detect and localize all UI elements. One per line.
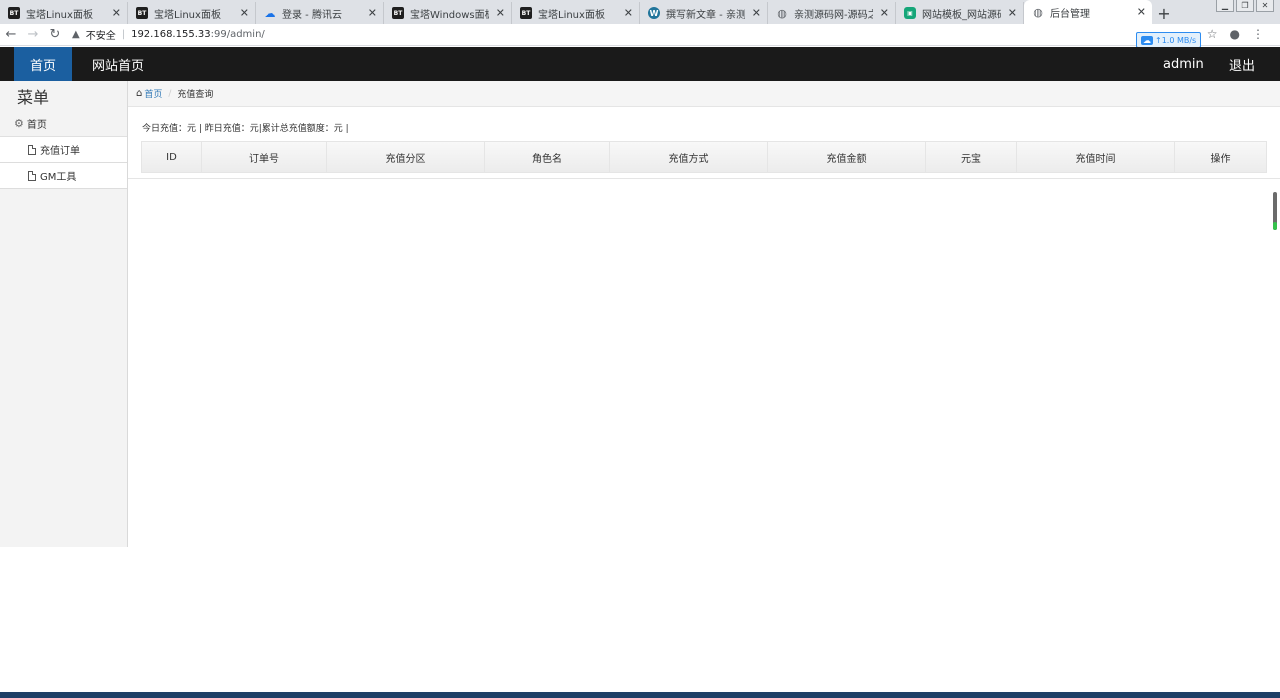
browser-tab[interactable]: ☁ 登录 - 腾讯云 ✕ [256,2,384,24]
browser-tab-active[interactable]: ◍ 后台管理 ✕ [1024,0,1152,24]
home-icon: ⌂ [136,88,143,99]
tab-title: 亲测源码网-源码之家 [794,9,873,21]
browser-tab[interactable]: BT 宝塔Windows面板 ✕ [384,2,512,24]
browser-tab[interactable]: BT 宝塔Linux面板 ✕ [128,2,256,24]
tab-title: 登录 - 腾讯云 [282,9,342,21]
back-arrow-icon[interactable]: ← [0,27,22,42]
close-icon[interactable]: ✕ [752,7,761,20]
globe-icon: ◍ [1033,5,1043,19]
close-window-icon[interactable]: ✕ [1256,0,1274,12]
document-icon [28,170,36,181]
browser-toolbar: ← → ↻ ▲ 不安全 | 192.168.155.33:99/admin/ ☁… [0,24,1280,48]
close-icon[interactable]: ✕ [496,7,505,20]
cloud-icon: ☁ [264,6,276,20]
column-header-method: 充值方式 [610,142,768,172]
user-name[interactable]: admin [1163,47,1204,81]
close-icon[interactable]: ✕ [624,7,633,20]
security-label: 不安全 [85,31,116,42]
bt-panel-icon: BT [520,7,532,19]
sidebar-item-label: GM工具 [40,172,77,183]
bt-panel-icon: BT [392,7,404,19]
tab-title: 宝塔Linux面板 [154,9,221,21]
browser-tab-strip: BT 宝塔Linux面板 ✕ BT 宝塔Linux面板 ✕ ☁ 登录 - 腾讯云 ✕ BT 宝… [0,0,1280,24]
address-path: :99/admin/ [210,29,265,40]
restore-icon[interactable]: ❐ [1236,0,1254,12]
browser-tab[interactable]: BT 宝塔Linux面板 ✕ [0,2,128,24]
reload-icon[interactable]: ↻ [44,27,66,42]
browser-tab[interactable]: ▣ 网站模板_网站源码下载 ✕ [896,2,1024,24]
toolbar-icons: ☆ ● ⋮ [1207,27,1264,41]
profile-icon[interactable]: ● [1230,27,1240,41]
sidebar: 菜单 ⚙ 首页 充值订单 GM工具 [0,81,128,547]
address-divider: | [121,29,126,40]
breadcrumb-current: 充值查询 [177,90,214,100]
tab-title: 宝塔Linux面板 [26,9,93,21]
more-menu-icon[interactable]: ⋮ [1252,27,1264,41]
column-header-amount: 充值金额 [768,142,926,172]
bt-panel-icon: BT [8,7,20,19]
cloud-upload-icon: ☁ [1141,35,1153,45]
column-header-time: 充值时间 [1017,142,1175,172]
breadcrumb-home-link[interactable]: 首页 [144,87,162,100]
recharge-summary: 今日充值：元 | 昨日充值：元|累计总充值额度：元 | [142,124,349,134]
column-header-id: ID [142,142,202,172]
speed-value: ↑1.0 MB/s [1155,35,1197,45]
warning-icon: ▲ [72,29,80,40]
nav-site-home-link[interactable]: 网站首页 [92,47,144,81]
close-icon[interactable]: ✕ [112,7,121,20]
document-icon [28,144,36,155]
os-taskbar [0,692,1280,698]
nav-home-link[interactable]: 首页 [14,47,72,81]
bookmark-star-icon[interactable]: ☆ [1207,27,1218,41]
column-header-role-name: 角色名 [485,142,610,172]
breadcrumb-separator: / [168,88,172,99]
content-divider [128,178,1280,179]
close-icon[interactable]: ✕ [368,7,377,20]
sidebar-title: 菜单 [17,88,50,107]
browser-tab[interactable]: W 撰写新文章 - 亲测源码网 ✕ [640,2,768,24]
sidebar-item-label: 充值订单 [40,146,80,157]
close-icon[interactable]: ✕ [240,7,249,20]
tab-title: 网站模板_网站源码下载 [922,9,1001,21]
column-header-ingot: 元宝 [926,142,1017,172]
forward-arrow-icon[interactable]: → [22,27,44,42]
address-host: 192.168.155.33 [131,29,211,40]
tab-title: 后台管理 [1050,8,1090,20]
close-icon[interactable]: ✕ [880,7,889,20]
breadcrumb: ⌂ 首页 / 充值查询 [128,81,1280,107]
template-site-icon: ▣ [904,7,916,19]
close-icon[interactable]: ✕ [1137,6,1146,19]
tab-title: 宝塔Windows面板 [410,9,489,21]
main-content: ⌂ 首页 / 充值查询 今日充值：元 | 昨日充值：元|累计总充值额度：元 | … [128,81,1280,181]
sidebar-item-label: 首页 [26,120,47,131]
browser-tab[interactable]: BT 宝塔Linux面板 ✕ [512,2,640,24]
sidebar-item-gm-tools[interactable]: GM工具 [0,163,127,189]
column-header-order-no: 订单号 [202,142,327,172]
network-speed-badge[interactable]: ☁ ↑1.0 MB/s [1136,32,1202,48]
browser-tab[interactable]: ◍ 亲测源码网-源码之家 ✕ [768,2,896,24]
recharge-table-header: ID 订单号 充值分区 角色名 充值方式 充值金额 元宝 充值时间 操作 [141,141,1267,173]
tab-title: 撰写新文章 - 亲测源码网 [666,9,745,21]
sidebar-item-home[interactable]: ⚙ 首页 [0,111,127,137]
close-icon[interactable]: ✕ [1008,7,1017,20]
globe-icon: ◍ [777,6,787,20]
logout-link[interactable]: 退出 [1229,47,1255,81]
column-header-actions: 操作 [1210,153,1231,165]
new-tab-button[interactable]: + [1152,2,1176,24]
column-header-zone: 充值分区 [327,142,485,172]
bt-panel-icon: BT [136,7,148,19]
gear-icon: ⚙ [14,117,24,130]
address-bar[interactable]: ▲ 不安全 | 192.168.155.33:99/admin/ [72,27,265,42]
window-controls: ▁ ❐ ✕ [1216,0,1274,12]
minimize-icon[interactable]: ▁ [1216,0,1234,12]
tab-title: 宝塔Linux面板 [538,9,605,21]
sidebar-item-recharge-orders[interactable]: 充值订单 [0,137,127,163]
app-header: 首页 网站首页 admin 退出 [0,47,1280,81]
wordpress-icon: W [648,7,660,19]
scroll-indicator[interactable] [1273,192,1277,230]
